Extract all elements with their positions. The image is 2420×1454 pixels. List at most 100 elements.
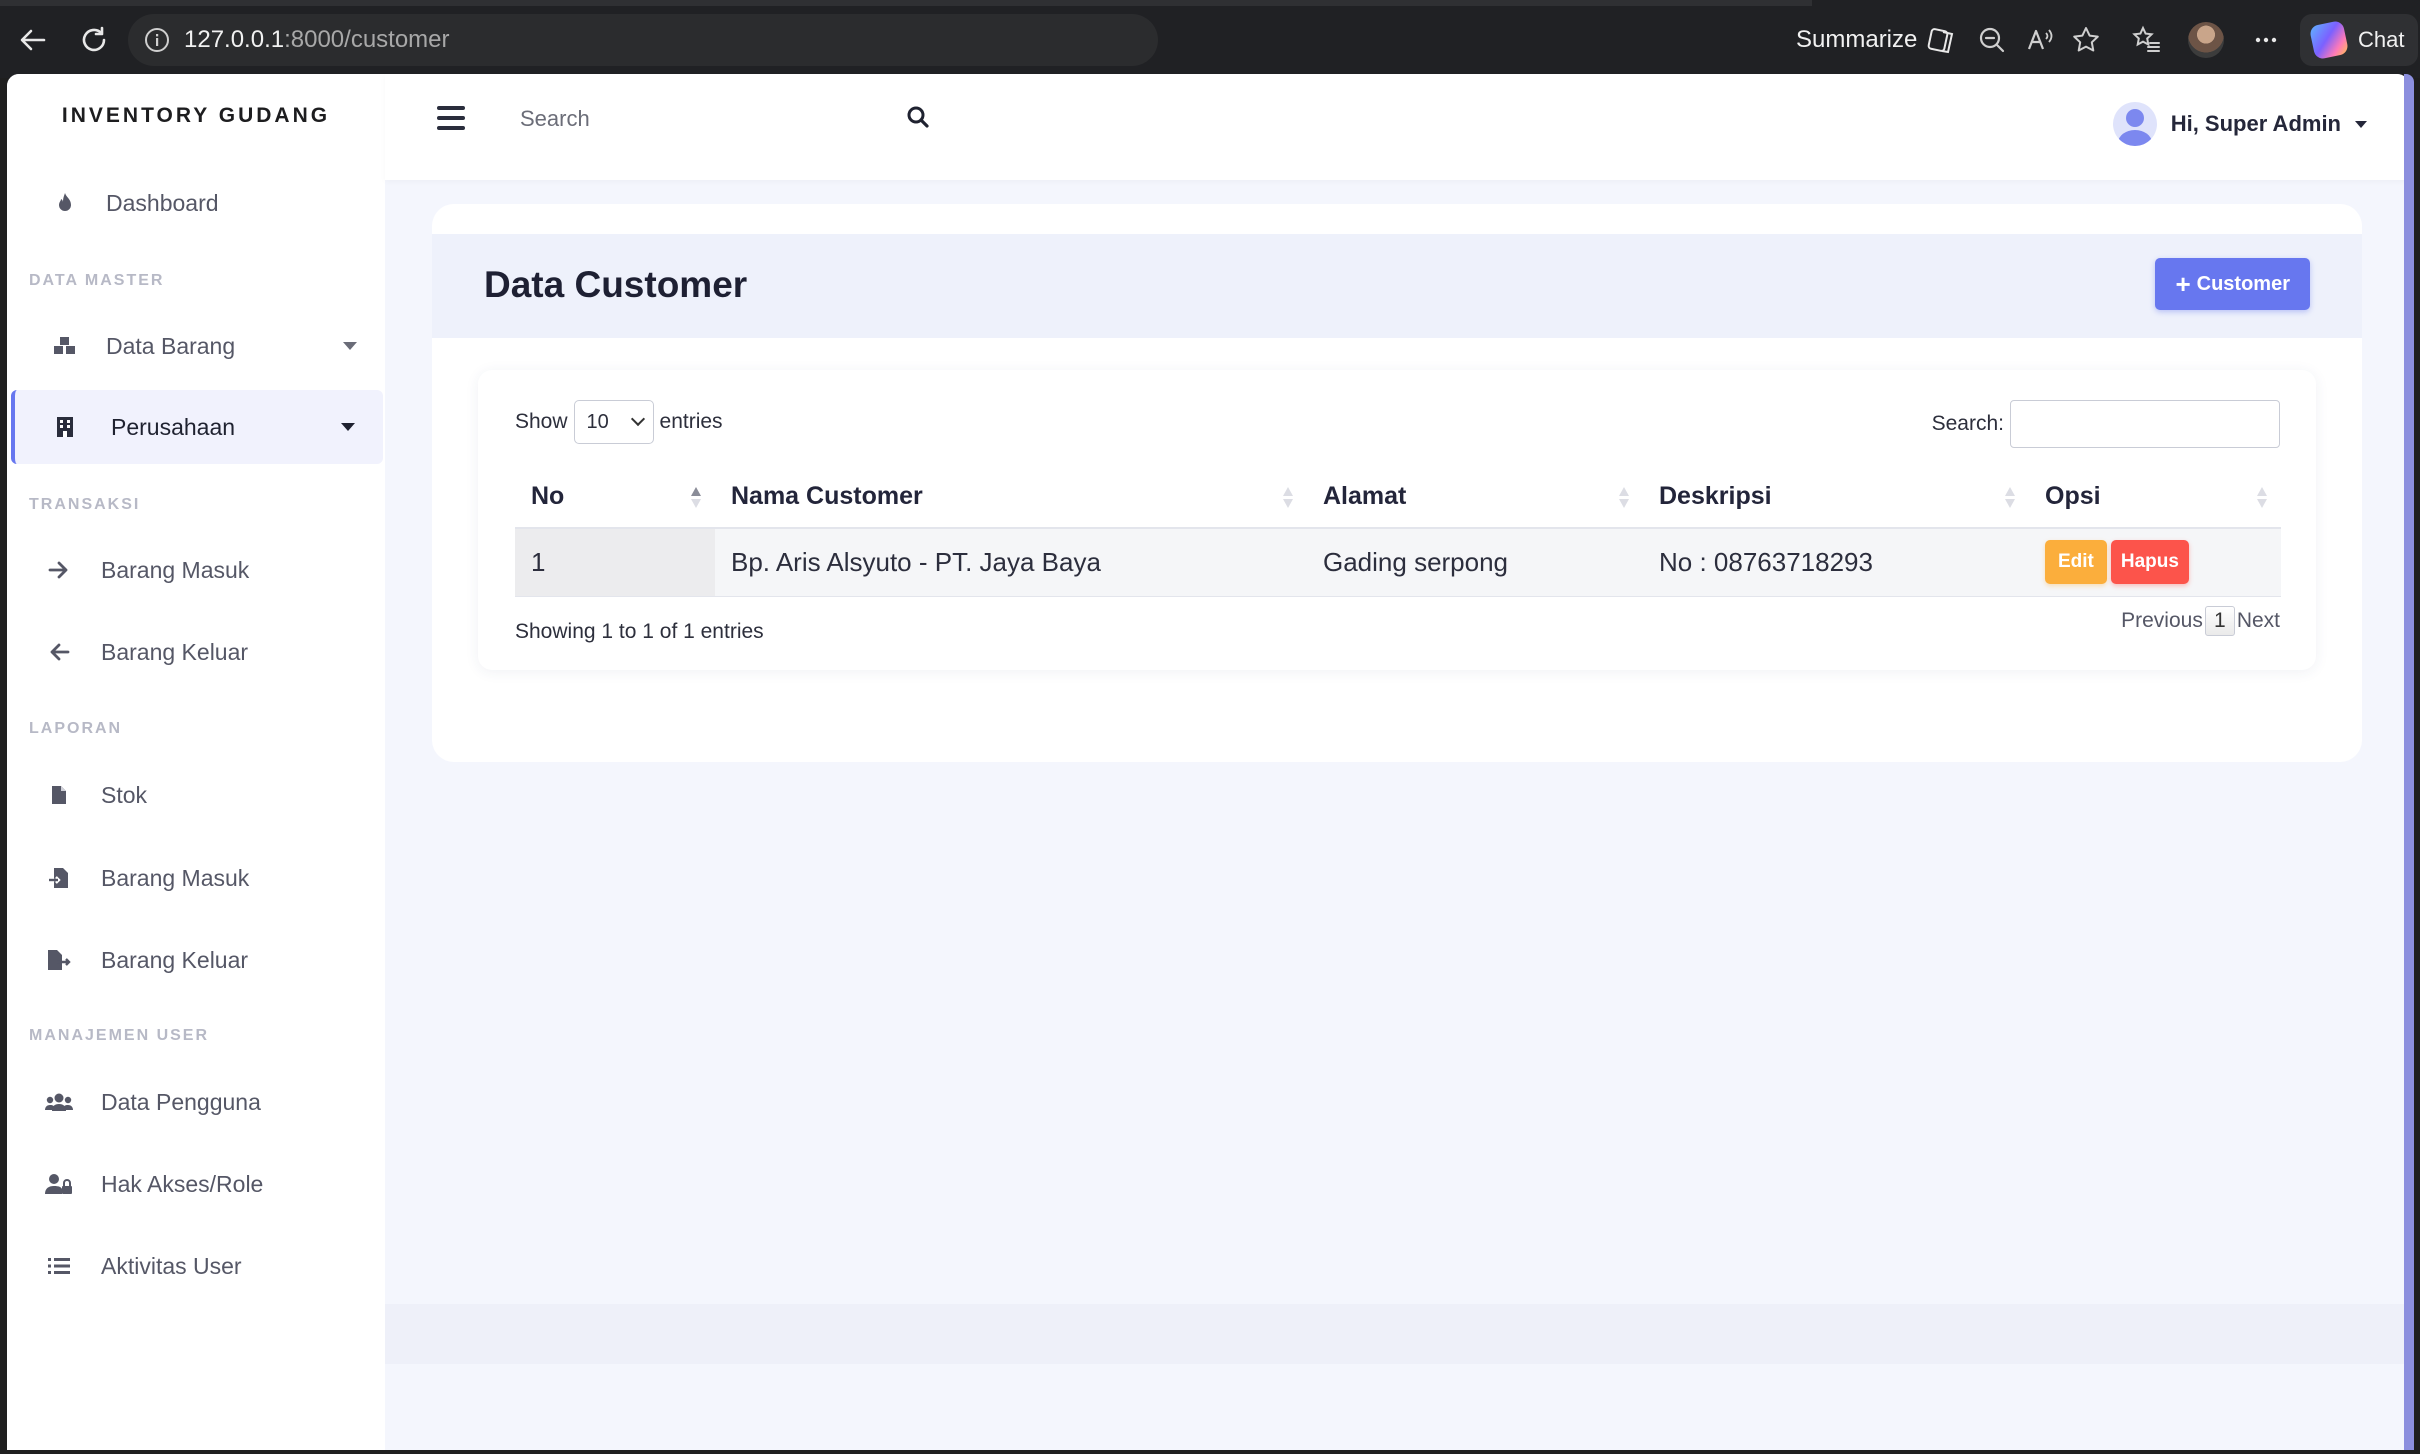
- sort-asc-icon: [691, 487, 701, 509]
- customer-table: No Nama Customer Alamat Deskripsi Opsi 1…: [515, 466, 2281, 597]
- sidebar-item-dashboard[interactable]: Dashboard: [7, 166, 385, 240]
- zoom-out-button[interactable]: [1974, 22, 2010, 58]
- entries-length-control: Show 10 entries: [515, 400, 723, 444]
- sidebar-item-perusahaan[interactable]: Perusahaan: [11, 390, 383, 464]
- sidebar-item-laporan-barang-keluar[interactable]: Barang Keluar: [7, 923, 385, 997]
- entries-select-value: 10: [586, 410, 609, 433]
- table-info: Showing 1 to 1 of 1 entries: [515, 620, 764, 643]
- entries-select[interactable]: 10: [573, 400, 654, 444]
- pagination: Previous 1 Next: [2121, 606, 2280, 636]
- section-header: Data Customer + Customer: [432, 234, 2362, 338]
- table-search-input[interactable]: [2010, 400, 2280, 448]
- section-label-data-master: DATA MASTER: [29, 272, 165, 289]
- reload-button[interactable]: [74, 20, 114, 60]
- summarize-icon: [1928, 28, 1954, 54]
- column-header-opsi[interactable]: Opsi: [2029, 466, 2281, 529]
- sidebar-item-barang-masuk[interactable]: Barang Masuk: [7, 533, 385, 607]
- copilot-chat-button[interactable]: Chat: [2300, 14, 2418, 66]
- page-title: Data Customer: [484, 264, 748, 305]
- profile-avatar: [2188, 22, 2224, 58]
- menu-toggle-icon[interactable]: [437, 106, 465, 130]
- chevron-down-icon: [2355, 120, 2367, 128]
- sort-icon: [2257, 487, 2267, 509]
- next-page-button[interactable]: Next: [2237, 609, 2280, 633]
- column-header-nama-customer[interactable]: Nama Customer: [715, 466, 1307, 529]
- sidebar-item-data-barang[interactable]: Data Barang: [7, 309, 385, 383]
- sidebar-item-label: Perusahaan: [111, 413, 236, 440]
- more-button[interactable]: [2248, 22, 2284, 58]
- url-path: :8000/customer: [284, 26, 450, 53]
- sidebar-item-label: Data Barang: [106, 332, 236, 359]
- page-1-button[interactable]: 1: [2204, 606, 2235, 636]
- cell-deskripsi: No : 08763718293: [1643, 528, 2029, 597]
- profile-button[interactable]: [2188, 22, 2224, 58]
- building-icon: [51, 413, 79, 441]
- table-search-label: Search:: [1931, 412, 2004, 435]
- file-icon: [45, 781, 73, 809]
- table-search: Search:: [1932, 400, 2280, 448]
- read-aloud-button[interactable]: [2022, 22, 2058, 58]
- entries-label: entries: [659, 410, 723, 433]
- search-input[interactable]: [520, 94, 880, 144]
- sidebar-item-hak-akses[interactable]: Hak Akses/Role: [7, 1147, 385, 1221]
- back-button[interactable]: [13, 20, 53, 60]
- favorites-list-icon: [2132, 25, 2160, 52]
- brand-title[interactable]: INVENTORY GUDANG: [7, 104, 385, 128]
- cell-alamat: Gading serpong: [1307, 528, 1643, 597]
- section-label-manajemen-user: MANAJEMEN USER: [29, 1027, 210, 1044]
- column-header-no[interactable]: No: [515, 466, 715, 529]
- sidebar-item-aktivitas-user[interactable]: Aktivitas User: [7, 1229, 385, 1303]
- search-icon[interactable]: [905, 104, 931, 130]
- sidebar-item-stok[interactable]: Stok: [7, 758, 385, 832]
- add-customer-button[interactable]: + Customer: [2155, 258, 2310, 310]
- column-header-deskripsi[interactable]: Deskripsi: [1643, 466, 2029, 529]
- favorites-button[interactable]: [2128, 22, 2164, 58]
- sidebar: INVENTORY GUDANG Dashboard DATA MASTER D…: [7, 74, 385, 1450]
- sidebar-item-label: Data Pengguna: [101, 1088, 261, 1115]
- sidebar-item-label: Dashboard: [106, 189, 219, 216]
- list-icon: [45, 1252, 73, 1280]
- chevron-down-icon: [341, 423, 355, 431]
- sidebar-item-label: Barang Masuk: [101, 864, 250, 891]
- url-host: 127.0.0.1: [184, 26, 285, 53]
- sidebar-item-data-pengguna[interactable]: Data Pengguna: [7, 1065, 385, 1139]
- column-header-alamat[interactable]: Alamat: [1307, 466, 1643, 529]
- user-greeting: Hi, Super Admin: [2170, 111, 2341, 136]
- cell-nama-customer: Bp. Aris Alsyuto - PT. Jaya Baya: [715, 528, 1307, 597]
- cubes-icon: [51, 332, 79, 360]
- file-import-icon: [45, 864, 73, 892]
- sort-icon: [1283, 487, 1293, 509]
- section-label-transaksi: TRANSAKSI: [29, 496, 141, 513]
- chevron-down-icon: [630, 411, 645, 427]
- star-icon: [2073, 27, 2099, 52]
- more-icon: [2255, 37, 2277, 43]
- app-window: INVENTORY GUDANG Dashboard DATA MASTER D…: [7, 74, 2409, 1450]
- section-label-laporan: LAPORAN: [29, 720, 123, 737]
- plus-icon: +: [2175, 269, 2191, 299]
- column-header-label: No: [531, 482, 565, 510]
- favorite-button[interactable]: [2068, 22, 2104, 58]
- add-customer-label: Customer: [2196, 272, 2290, 295]
- avatar: [2112, 102, 2157, 146]
- sidebar-item-label: Aktivitas User: [101, 1252, 242, 1279]
- summarize-button[interactable]: Summarize: [1796, 22, 1957, 58]
- previous-page-button[interactable]: Previous: [2121, 609, 2203, 633]
- sidebar-item-label: Stok: [101, 781, 148, 808]
- file-export-icon: [45, 946, 73, 974]
- read-aloud-icon: [2027, 29, 2053, 50]
- copilot-icon: [2308, 19, 2350, 61]
- sort-icon: [1619, 487, 1629, 509]
- delete-button[interactable]: Hapus: [2110, 540, 2189, 585]
- sidebar-item-laporan-barang-masuk[interactable]: Barang Masuk: [7, 841, 385, 915]
- browser-toolbar: 127.0.0.1:8000/customer Summarize Chat: [0, 0, 2420, 78]
- fire-icon: [51, 189, 79, 217]
- user-menu[interactable]: Hi, Super Admin: [2112, 102, 2367, 146]
- address-bar[interactable]: 127.0.0.1:8000/customer: [128, 14, 1158, 66]
- sidebar-item-barang-keluar[interactable]: Barang Keluar: [7, 615, 385, 689]
- window-edge: [2404, 74, 2414, 1450]
- datatable-card: Show 10 entries Search: No Nama Customer…: [478, 370, 2316, 670]
- sidebar-item-label: Hak Akses/Role: [101, 1170, 264, 1197]
- edit-button[interactable]: Edit: [2045, 540, 2107, 585]
- footer: [385, 1304, 2409, 1364]
- chat-label: Chat: [2358, 27, 2405, 52]
